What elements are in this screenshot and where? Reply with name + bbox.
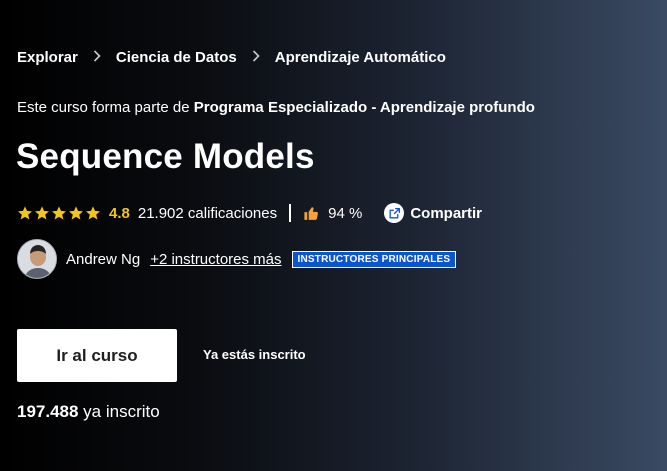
enrolled-status: Ya estás inscrito <box>203 347 306 362</box>
breadcrumb: Explorar Ciencia de Datos Aprendizaje Au… <box>17 49 446 66</box>
breadcrumb-item-explorar[interactable]: Explorar <box>17 49 78 66</box>
instructor-name[interactable]: Andrew Ng <box>66 251 140 268</box>
enrollment-number: 197.488 <box>17 402 79 421</box>
share-icon <box>384 203 405 223</box>
star-icon <box>18 206 32 220</box>
course-hero: Explorar Ciencia de Datos Aprendizaje Au… <box>0 0 667 471</box>
go-to-course-button[interactable]: Ir al curso <box>17 329 177 382</box>
thumbs-up-icon <box>304 206 319 220</box>
program-name[interactable]: Programa Especializado - Aprendizaje pro… <box>194 99 535 116</box>
enrollment-suffix: ya inscrito <box>78 402 160 421</box>
star-icon <box>52 206 66 220</box>
ratings-row: 4.8 21.902 calificaciones 94 % Compartir <box>17 203 482 223</box>
star-icon <box>35 206 49 220</box>
divider <box>289 204 292 222</box>
chevron-right-icon <box>93 49 101 66</box>
rating-value: 4.8 <box>109 204 130 222</box>
avatar[interactable] <box>17 239 57 279</box>
star-icon <box>69 206 83 220</box>
program-prefix: Este curso forma parte de <box>17 99 194 116</box>
enrollment-count: 197.488 ya inscrito <box>17 402 160 422</box>
instructors-row: Andrew Ng +2 instructores más INSTRUCTOR… <box>17 239 457 279</box>
like-percentage: 94 % <box>328 204 363 222</box>
top-instructors-badge: INSTRUCTORES PRINCIPALES <box>291 250 457 268</box>
star-rating <box>17 205 101 221</box>
breadcrumb-item-ciencia-de-datos[interactable]: Ciencia de Datos <box>116 49 237 66</box>
program-line: Este curso forma parte de Programa Espec… <box>17 99 535 116</box>
share-button[interactable]: Compartir <box>384 203 482 223</box>
star-icon <box>86 206 100 220</box>
course-title: Sequence Models <box>16 137 315 176</box>
ratings-count: 21.902 calificaciones <box>137 204 278 222</box>
chevron-right-icon <box>252 49 260 66</box>
share-label: Compartir <box>410 204 483 222</box>
more-instructors-link[interactable]: +2 instructores más <box>150 251 281 268</box>
breadcrumb-item-aprendizaje-automatico[interactable]: Aprendizaje Automático <box>275 49 446 66</box>
